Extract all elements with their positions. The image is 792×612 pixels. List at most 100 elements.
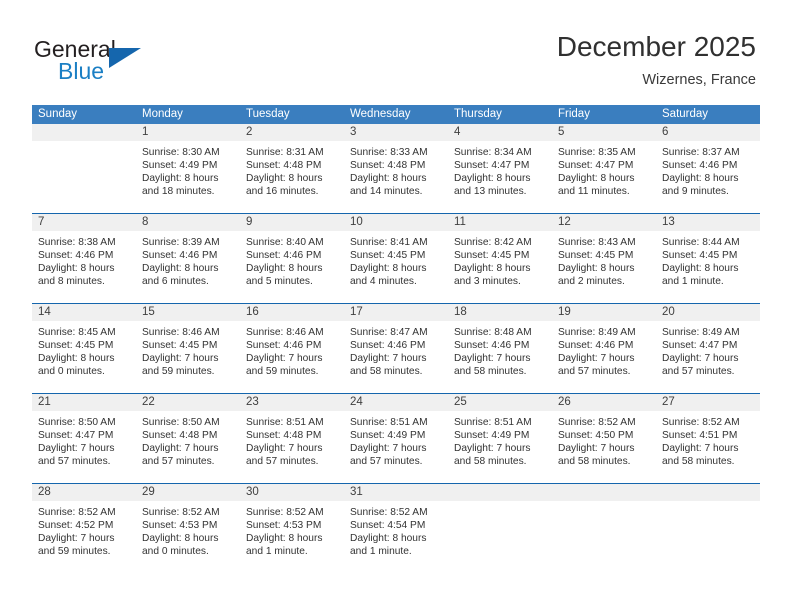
- day-number: 18: [454, 306, 467, 318]
- day-cell[interactable]: 17 Sunrise: 8:47 AM Sunset: 4:46 PM Dayl…: [344, 304, 448, 393]
- sunrise-text: Sunrise: 8:42 AM: [454, 237, 532, 248]
- day-number: 5: [558, 126, 565, 138]
- daylight-text-line2: and 58 minutes.: [454, 456, 527, 468]
- day-cell[interactable]: 7 Sunrise: 8:38 AM Sunset: 4:46 PM Dayli…: [32, 214, 136, 303]
- day-cell[interactable]: 21 Sunrise: 8:50 AM Sunset: 4:47 PM Dayl…: [32, 394, 136, 483]
- day-cell[interactable]: 28 Sunrise: 8:52 AM Sunset: 4:52 PM Dayl…: [32, 484, 136, 573]
- day-number: 9: [246, 216, 253, 228]
- sunset-text: Sunset: 4:45 PM: [38, 340, 114, 352]
- day-cell[interactable]: 24 Sunrise: 8:51 AM Sunset: 4:49 PM Dayl…: [344, 394, 448, 483]
- day-number: 6: [662, 126, 669, 138]
- day-details: Sunrise: 8:31 AM Sunset: 4:48 PM Dayligh…: [240, 141, 344, 198]
- sunrise-text: Sunrise: 8:39 AM: [142, 237, 220, 248]
- day-details: Sunrise: 8:33 AM Sunset: 4:48 PM Dayligh…: [344, 141, 448, 198]
- day-number: 17: [350, 306, 363, 318]
- day-number: 1: [142, 126, 149, 138]
- day-number: 22: [142, 396, 155, 408]
- sunset-text: Sunset: 4:46 PM: [142, 250, 218, 262]
- sunset-text: Sunset: 4:48 PM: [246, 430, 322, 442]
- day-number-band: 23: [240, 394, 344, 411]
- day-cell[interactable]: 27 Sunrise: 8:52 AM Sunset: 4:51 PM Dayl…: [656, 394, 760, 483]
- daylight-text-line1: Daylight: 7 hours: [454, 353, 531, 365]
- day-cell[interactable]: 8 Sunrise: 8:39 AM Sunset: 4:46 PM Dayli…: [136, 214, 240, 303]
- day-number: 2: [246, 126, 253, 138]
- day-cell[interactable]: 25 Sunrise: 8:51 AM Sunset: 4:49 PM Dayl…: [448, 394, 552, 483]
- sunrise-text: Sunrise: 8:49 AM: [558, 327, 636, 338]
- daylight-text-line2: and 57 minutes.: [662, 366, 735, 378]
- day-number: 16: [246, 306, 259, 318]
- day-cell[interactable]: 18 Sunrise: 8:48 AM Sunset: 4:46 PM Dayl…: [448, 304, 552, 393]
- daylight-text-line1: Daylight: 7 hours: [662, 443, 739, 455]
- day-cell[interactable]: 3 Sunrise: 8:33 AM Sunset: 4:48 PM Dayli…: [344, 124, 448, 213]
- day-cell[interactable]: [552, 484, 656, 573]
- daylight-text-line1: Daylight: 7 hours: [38, 533, 115, 545]
- week-row: 7 Sunrise: 8:38 AM Sunset: 4:46 PM Dayli…: [32, 213, 760, 303]
- sunset-text: Sunset: 4:49 PM: [350, 430, 426, 442]
- day-cell[interactable]: 9 Sunrise: 8:40 AM Sunset: 4:46 PM Dayli…: [240, 214, 344, 303]
- day-cell[interactable]: 12 Sunrise: 8:43 AM Sunset: 4:45 PM Dayl…: [552, 214, 656, 303]
- daylight-text-line1: Daylight: 8 hours: [350, 263, 427, 275]
- brand-logo[interactable]: General Blue: [34, 36, 254, 88]
- day-cell[interactable]: 29 Sunrise: 8:52 AM Sunset: 4:53 PM Dayl…: [136, 484, 240, 573]
- day-number-band: 15: [136, 304, 240, 321]
- day-cell[interactable]: 20 Sunrise: 8:49 AM Sunset: 4:47 PM Dayl…: [656, 304, 760, 393]
- sunrise-text: Sunrise: 8:35 AM: [558, 147, 636, 158]
- day-number-band: 14: [32, 304, 136, 321]
- weekday-header-wednesday: Wednesday: [350, 108, 411, 120]
- day-number-band: 19: [552, 304, 656, 321]
- day-cell[interactable]: 14 Sunrise: 8:45 AM Sunset: 4:45 PM Dayl…: [32, 304, 136, 393]
- daylight-text-line1: Daylight: 8 hours: [142, 533, 219, 545]
- week-row: 1 Sunrise: 8:30 AM Sunset: 4:49 PM Dayli…: [32, 124, 760, 213]
- sunset-text: Sunset: 4:45 PM: [662, 250, 738, 262]
- sunrise-text: Sunrise: 8:43 AM: [558, 237, 636, 248]
- day-number-band: 29: [136, 484, 240, 501]
- daylight-text-line2: and 57 minutes.: [38, 456, 111, 468]
- sunset-text: Sunset: 4:47 PM: [38, 430, 114, 442]
- day-cell[interactable]: [448, 484, 552, 573]
- day-details: Sunrise: 8:44 AM Sunset: 4:45 PM Dayligh…: [656, 231, 760, 288]
- day-details: Sunrise: 8:49 AM Sunset: 4:47 PM Dayligh…: [656, 321, 760, 378]
- sunrise-text: Sunrise: 8:47 AM: [350, 327, 428, 338]
- day-number-band: 3: [344, 124, 448, 141]
- day-number: 3: [350, 126, 357, 138]
- daylight-text-line2: and 2 minutes.: [558, 276, 625, 288]
- day-cell[interactable]: 26 Sunrise: 8:52 AM Sunset: 4:50 PM Dayl…: [552, 394, 656, 483]
- day-cell[interactable]: 30 Sunrise: 8:52 AM Sunset: 4:53 PM Dayl…: [240, 484, 344, 573]
- day-details: Sunrise: 8:40 AM Sunset: 4:46 PM Dayligh…: [240, 231, 344, 288]
- day-details: Sunrise: 8:38 AM Sunset: 4:46 PM Dayligh…: [32, 231, 136, 288]
- day-number-band: 10: [344, 214, 448, 231]
- sunrise-text: Sunrise: 8:38 AM: [38, 237, 116, 248]
- daylight-text-line1: Daylight: 8 hours: [350, 533, 427, 545]
- day-cell[interactable]: [32, 124, 136, 213]
- day-cell[interactable]: 22 Sunrise: 8:50 AM Sunset: 4:48 PM Dayl…: [136, 394, 240, 483]
- day-number: 25: [454, 396, 467, 408]
- day-cell[interactable]: 31 Sunrise: 8:52 AM Sunset: 4:54 PM Dayl…: [344, 484, 448, 573]
- day-cell[interactable]: 4 Sunrise: 8:34 AM Sunset: 4:47 PM Dayli…: [448, 124, 552, 213]
- day-cell[interactable]: 23 Sunrise: 8:51 AM Sunset: 4:48 PM Dayl…: [240, 394, 344, 483]
- daylight-text-line2: and 58 minutes.: [350, 366, 423, 378]
- day-cell[interactable]: 15 Sunrise: 8:46 AM Sunset: 4:45 PM Dayl…: [136, 304, 240, 393]
- daylight-text-line1: Daylight: 8 hours: [142, 263, 219, 275]
- day-cell[interactable]: 16 Sunrise: 8:46 AM Sunset: 4:46 PM Dayl…: [240, 304, 344, 393]
- sunset-text: Sunset: 4:47 PM: [558, 160, 634, 172]
- sunset-text: Sunset: 4:49 PM: [142, 160, 218, 172]
- day-cell[interactable]: 13 Sunrise: 8:44 AM Sunset: 4:45 PM Dayl…: [656, 214, 760, 303]
- day-number-band: 6: [656, 124, 760, 141]
- sunrise-text: Sunrise: 8:50 AM: [142, 417, 220, 428]
- day-cell[interactable]: [656, 484, 760, 573]
- day-cell[interactable]: 5 Sunrise: 8:35 AM Sunset: 4:47 PM Dayli…: [552, 124, 656, 213]
- day-cell[interactable]: 19 Sunrise: 8:49 AM Sunset: 4:46 PM Dayl…: [552, 304, 656, 393]
- day-number-band: 21: [32, 394, 136, 411]
- sunset-text: Sunset: 4:48 PM: [142, 430, 218, 442]
- week-row: 21 Sunrise: 8:50 AM Sunset: 4:47 PM Dayl…: [32, 393, 760, 483]
- day-cell[interactable]: 6 Sunrise: 8:37 AM Sunset: 4:46 PM Dayli…: [656, 124, 760, 213]
- day-cell[interactable]: 11 Sunrise: 8:42 AM Sunset: 4:45 PM Dayl…: [448, 214, 552, 303]
- daylight-text-line1: Daylight: 8 hours: [662, 173, 739, 185]
- sunset-text: Sunset: 4:46 PM: [454, 340, 530, 352]
- sunrise-text: Sunrise: 8:40 AM: [246, 237, 324, 248]
- day-number: 27: [662, 396, 675, 408]
- daylight-text-line2: and 1 minute.: [350, 546, 412, 558]
- day-cell[interactable]: 2 Sunrise: 8:31 AM Sunset: 4:48 PM Dayli…: [240, 124, 344, 213]
- day-cell[interactable]: 10 Sunrise: 8:41 AM Sunset: 4:45 PM Dayl…: [344, 214, 448, 303]
- day-cell[interactable]: 1 Sunrise: 8:30 AM Sunset: 4:49 PM Dayli…: [136, 124, 240, 213]
